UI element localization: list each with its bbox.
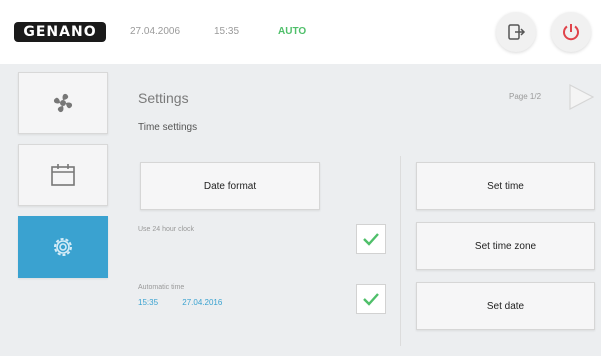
sidebar-item-fan[interactable] (18, 72, 108, 134)
sidebar-item-calendar[interactable] (18, 144, 108, 206)
set-time-button[interactable]: Set time (416, 162, 595, 210)
checkmark-icon (363, 293, 379, 306)
set-time-zone-label: Set time zone (474, 240, 537, 252)
brand-logo: GENANO (14, 22, 106, 42)
date-format-button[interactable]: Date format (140, 162, 320, 210)
section-subtitle: Time settings (138, 122, 198, 133)
automatic-time-label: Automatic time (138, 284, 185, 291)
header-time: 15:35 (214, 26, 240, 37)
mode-indicator: AUTO (278, 26, 307, 37)
power-icon (563, 24, 579, 41)
logout-icon (508, 24, 526, 40)
power-button[interactable] (551, 12, 591, 52)
set-time-zone-button[interactable]: Set time zone (416, 222, 595, 270)
sidebar-item-settings[interactable] (18, 216, 108, 278)
date-format-label: Date format (203, 180, 257, 192)
automatic-time-values: 15:35 27.04.2016 (138, 298, 244, 307)
set-date-button[interactable]: Set date (416, 282, 595, 330)
set-date-label: Set date (486, 300, 525, 312)
column-divider (400, 156, 401, 346)
header-date: 27.04.2006 (130, 26, 181, 37)
logout-button[interactable] (496, 12, 536, 52)
set-time-label: Set time (487, 180, 524, 192)
checkmark-icon (363, 233, 379, 246)
automatic-date-value: 27.04.2016 (182, 298, 223, 307)
content-panel: Settings Time settings Page 1/2 Date for… (0, 64, 601, 356)
gear-icon (54, 238, 72, 256)
fan-icon (53, 93, 73, 113)
page-title: Settings (138, 90, 189, 106)
use-24h-checkbox[interactable] (356, 224, 386, 254)
page-indicator: Page 1/2 (509, 92, 542, 101)
automatic-time-value: 15:35 (138, 298, 159, 307)
use-24h-label: Use 24 hour clock (138, 226, 195, 233)
calendar-icon (51, 164, 75, 186)
next-page-icon[interactable] (566, 82, 596, 112)
top-bar: GENANO 27.04.2006 15:35 AUTO (0, 0, 601, 64)
automatic-time-checkbox[interactable] (356, 284, 386, 314)
